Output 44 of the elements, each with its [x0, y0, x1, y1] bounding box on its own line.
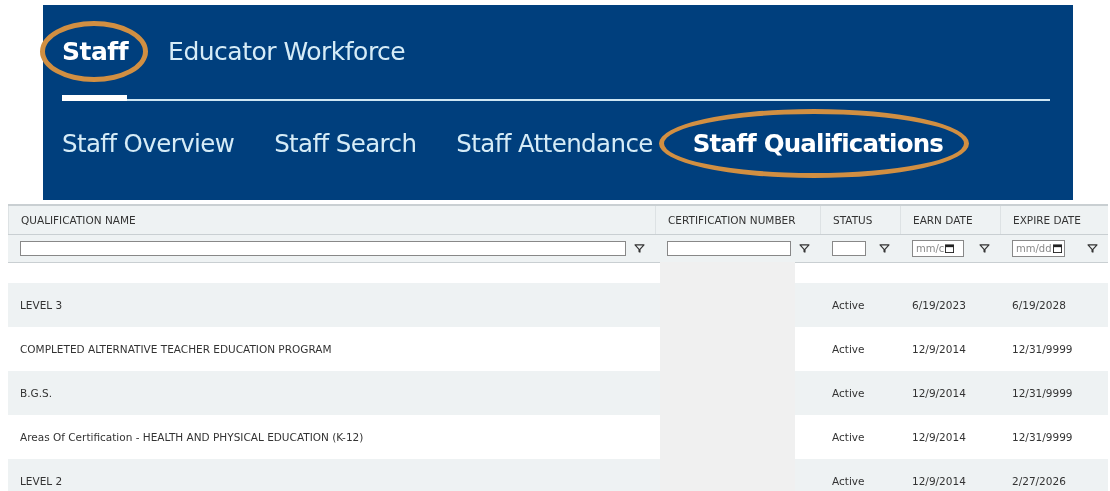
- filter-icon[interactable]: [799, 244, 810, 253]
- table-cell: Areas Of Certification - HEALTH AND PHYSICAL EDUCATION (K-12): [20, 431, 364, 443]
- table-cell: Active: [832, 387, 865, 399]
- nav-tab[interactable]: Staff Attendance: [456, 129, 653, 158]
- active-tab-indicator: [62, 95, 127, 101]
- calendar-icon[interactable]: [945, 244, 955, 253]
- column-header[interactable]: QUALIFICATION NAME: [8, 206, 655, 234]
- date-filter-field[interactable]: mm/dd: [1012, 240, 1065, 257]
- table-cell: 12/9/2014: [912, 387, 966, 399]
- table-cell: 12/31/9999: [1012, 343, 1073, 355]
- column-header[interactable]: EXPIRE DATE: [1000, 206, 1108, 234]
- filter-field[interactable]: [20, 241, 626, 256]
- column-header[interactable]: EARN DATE: [900, 206, 1000, 234]
- table-cell: 12/9/2014: [912, 431, 966, 443]
- table-cell: 6/19/2028: [1012, 299, 1066, 311]
- calendar-icon[interactable]: [1052, 244, 1062, 253]
- nav-tab[interactable]: Staff Overview: [62, 129, 235, 158]
- nav-tab[interactable]: Educator Workforce: [168, 36, 406, 66]
- filter-icon[interactable]: [979, 244, 990, 253]
- nav-tab[interactable]: Staff Search: [274, 129, 417, 158]
- table-cell: Active: [832, 431, 865, 443]
- table-cell: Active: [832, 475, 865, 487]
- table-cell: 12/31/9999: [1012, 387, 1073, 399]
- table-cell: LEVEL 2: [20, 475, 63, 487]
- table-cell: 12/9/2014: [912, 343, 966, 355]
- column-header[interactable]: CERTIFICATION NUMBER: [655, 206, 820, 234]
- table-cell: Active: [832, 343, 865, 355]
- table-cell: 12/31/9999: [1012, 431, 1073, 443]
- nav-tab[interactable]: Staff Qualifications: [692, 129, 944, 158]
- filter-icon[interactable]: [879, 244, 890, 253]
- filter-field[interactable]: [667, 241, 791, 256]
- table-cell: LEVEL 3: [20, 299, 63, 311]
- table-cell: 12/9/2014: [912, 475, 966, 487]
- filter-field[interactable]: [832, 241, 866, 256]
- filter-icon[interactable]: [634, 244, 645, 253]
- date-filter-field[interactable]: mm/c: [912, 240, 964, 257]
- table-cell: B.G.S.: [20, 387, 53, 399]
- table-cell: 2/27/2026: [1012, 475, 1066, 487]
- column-header[interactable]: STATUS: [820, 206, 900, 234]
- filter-icon[interactable]: [1087, 244, 1098, 253]
- nav-tab[interactable]: Staff: [62, 36, 129, 66]
- table-cell: 6/19/2023: [912, 299, 966, 311]
- table-cell: COMPLETED ALTERNATIVE TEACHER EDUCATION PROGRAM: [20, 343, 332, 355]
- table-cell: Active: [832, 299, 865, 311]
